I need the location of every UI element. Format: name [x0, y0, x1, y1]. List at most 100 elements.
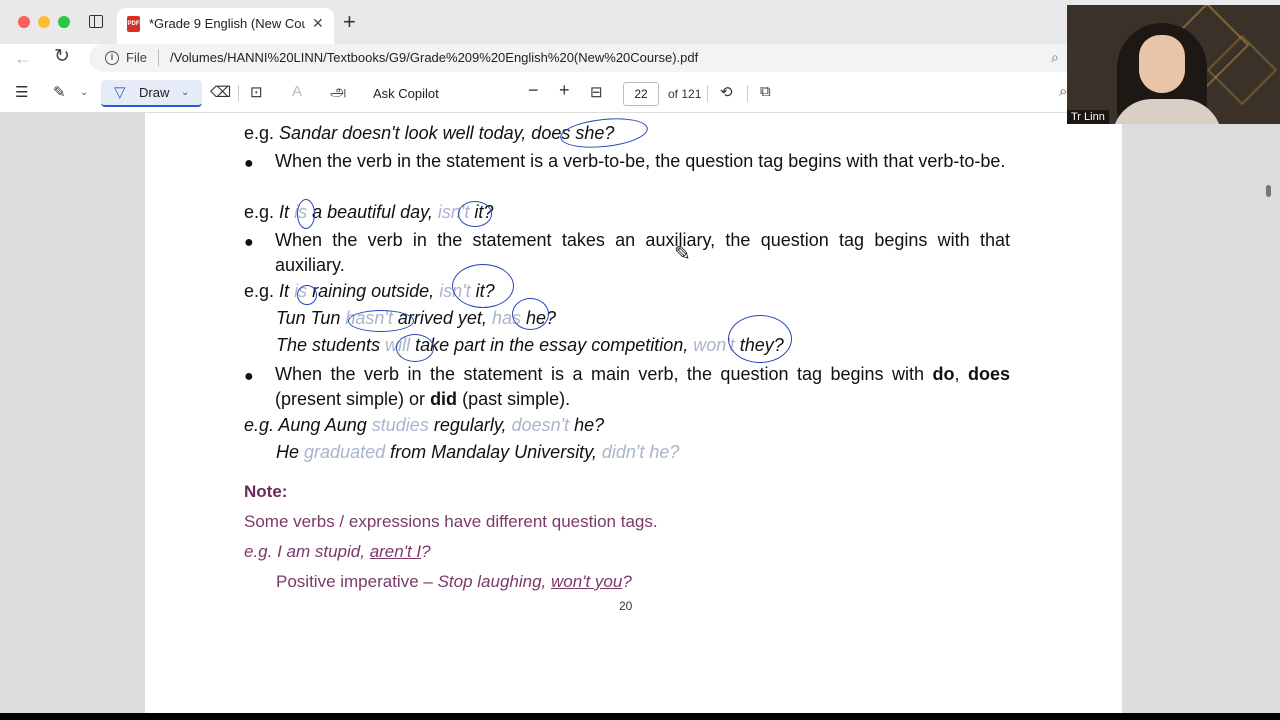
- toolbar-divider: [747, 85, 748, 102]
- presenter-face: [1139, 35, 1185, 93]
- example-word: Stop laughing,: [437, 572, 547, 591]
- toolbar-divider: [238, 85, 239, 102]
- rule-text: (present simple) or: [275, 389, 426, 409]
- chevron-down-icon[interactable]: ⌄: [80, 87, 88, 98]
- page-view-icon[interactable]: ⧉: [760, 83, 771, 100]
- example-word: The students: [276, 335, 381, 355]
- note-heading: Note:: [244, 482, 288, 501]
- highlight-icon[interactable]: ✎: [53, 83, 66, 101]
- draw-label: Draw: [139, 85, 170, 100]
- rule-keyword: do: [932, 364, 955, 384]
- example-word: Tun Tun: [276, 308, 341, 328]
- example-word: e.g. Aung Aung: [244, 415, 367, 435]
- example-word: ?: [622, 572, 632, 591]
- rule-paragraph: When the verb in the statement takes an …: [275, 230, 1010, 275]
- ink-circle: [728, 315, 792, 363]
- rule-text: (past simple).: [462, 389, 571, 409]
- tab-pdf-document[interactable]: PDF *Grade 9 English (New Course) ✕: [117, 8, 334, 44]
- example-line: The students will take part in the essay…: [276, 335, 784, 356]
- ink-circle: [452, 264, 514, 308]
- example-line: He graduated from Mandalay University, d…: [276, 442, 679, 463]
- note-example: e.g. I am stupid, aren't I?: [244, 542, 431, 562]
- rule-paragraph: When the verb in the statement is a main…: [275, 362, 1010, 412]
- tab-close-icon[interactable]: ✕: [312, 15, 324, 32]
- pdf-icon: PDF: [127, 16, 140, 32]
- example-tag: won't you: [551, 572, 623, 591]
- zoom-icon[interactable]: ⌕: [1051, 49, 1059, 66]
- eg-label: e.g.: [244, 281, 275, 301]
- example-word: raining outside,: [312, 281, 435, 301]
- read-aloud-icon[interactable]: அ: [330, 83, 347, 102]
- pen-cursor-icon: ✎: [674, 243, 691, 265]
- info-icon[interactable]: i: [105, 51, 119, 65]
- ink-circle: [558, 114, 650, 152]
- pdf-viewer: e.g. Sandar doesn't look well today, doe…: [0, 113, 1280, 713]
- zoom-in-icon[interactable]: +: [559, 80, 570, 101]
- bullet-icon: ●: [244, 234, 254, 251]
- example-word: from Mandalay University,: [390, 442, 597, 462]
- example-line: e.g. Aung Aung studies regularly, doesn'…: [244, 415, 604, 436]
- window-minimize-button[interactable]: [38, 16, 50, 28]
- ink-circle: [348, 310, 414, 332]
- page-number: 20: [619, 599, 633, 613]
- ink-circle: [512, 298, 549, 330]
- new-tab-button[interactable]: +: [343, 9, 356, 35]
- reload-icon[interactable]: ↻: [54, 45, 70, 68]
- example-word: regularly,: [433, 415, 507, 435]
- example-tag: didn't he?: [601, 442, 680, 462]
- example-tag: aren't I: [369, 542, 422, 561]
- eg-label: e.g.: [244, 202, 275, 222]
- ink-circle: [458, 201, 492, 227]
- presenter-name: Tr Linn: [1067, 110, 1109, 124]
- ink-circle: [297, 199, 315, 229]
- example-line: e.g. It is a beautiful day, isn't it?: [244, 202, 493, 223]
- example-word: he?: [574, 415, 605, 435]
- scrollbar[interactable]: [1266, 185, 1271, 197]
- table-of-contents-icon[interactable]: ☰: [15, 83, 28, 101]
- zoom-out-icon[interactable]: −: [528, 80, 539, 101]
- bullet-icon: ●: [244, 368, 254, 385]
- ink-circle: [396, 334, 434, 362]
- rotate-icon[interactable]: ⟲: [720, 83, 733, 101]
- sidebar-toggle-icon[interactable]: [89, 15, 103, 28]
- ask-copilot-button[interactable]: Ask Copilot: [373, 86, 439, 101]
- note-imperative: Positive imperative – Stop laughing, won…: [276, 572, 632, 592]
- rule-keyword: does: [967, 364, 1010, 384]
- url-divider: [158, 49, 159, 66]
- url-field[interactable]: i File /Volumes/HANNI%20LINN/Textbooks/G…: [89, 44, 1079, 72]
- eg-label: e.g.: [244, 123, 275, 143]
- back-arrow-icon[interactable]: ←: [14, 48, 32, 69]
- window-close-button[interactable]: [18, 16, 30, 28]
- rule-text: ,: [954, 364, 960, 384]
- example-word: studies: [371, 415, 429, 435]
- draw-button[interactable]: ▽ Draw ⌄: [101, 80, 202, 107]
- page-total: of 121: [668, 87, 702, 101]
- note-text: Positive imperative –: [276, 572, 433, 591]
- example-line: e.g. Sandar doesn't look well today, doe…: [244, 123, 614, 144]
- url-text[interactable]: /Volumes/HANNI%20LINN/Textbooks/G9/Grade…: [170, 50, 698, 65]
- webcam-overlay: Tr Linn: [1067, 5, 1280, 124]
- page-number-input[interactable]: 22: [623, 82, 659, 106]
- window-maximize-button[interactable]: [58, 16, 70, 28]
- chevron-down-icon[interactable]: ⌄: [181, 87, 189, 98]
- rule-paragraph: When the verb in the statement is a verb…: [275, 151, 1006, 171]
- example-word: e.g. I am stupid,: [244, 542, 365, 561]
- toolbar-divider: [707, 85, 708, 102]
- pdf-page: e.g. Sandar doesn't look well today, doe…: [145, 113, 1122, 713]
- bullet-icon: ●: [244, 155, 254, 172]
- example-word: It: [279, 281, 290, 301]
- eraser-icon[interactable]: ⌫: [210, 83, 231, 101]
- rule-text: When the verb in the statement is a main…: [275, 364, 924, 384]
- text-format-icon[interactable]: A: [292, 83, 302, 100]
- fit-to-width-icon[interactable]: ⊟: [590, 83, 603, 101]
- example-word: take part in the essay competition,: [415, 335, 689, 355]
- example-tag: doesn't: [511, 415, 570, 435]
- bottom-border: [0, 713, 1280, 720]
- ink-circle: [297, 285, 317, 305]
- example-word: It: [279, 202, 290, 222]
- rule-keyword: did: [430, 389, 458, 409]
- add-text-icon[interactable]: ⊡: [250, 83, 263, 101]
- note-text: Some verbs / expressions have different …: [244, 512, 658, 531]
- example-word: graduated: [304, 442, 386, 462]
- example-word: a beautiful day,: [312, 202, 433, 222]
